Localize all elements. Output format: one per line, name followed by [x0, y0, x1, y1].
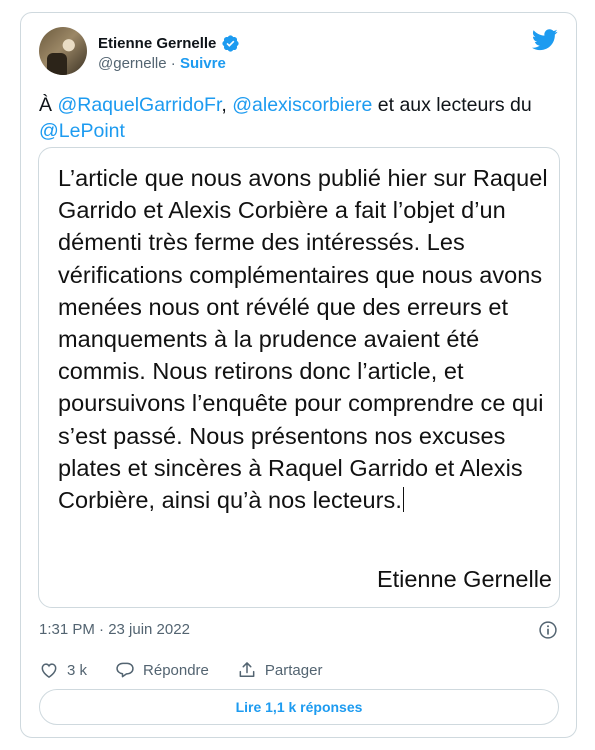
heart-icon [41, 663, 57, 678]
text-cursor [402, 487, 404, 513]
author-handle[interactable]: @gernelle [98, 55, 167, 72]
author-avatar[interactable] [39, 27, 87, 75]
media-signature: Etienne Gernelle [376, 566, 552, 592]
follow-button[interactable]: Suivre [180, 55, 226, 72]
tweet-timestamp[interactable]: 1:31 PM · 23 juin 2022 [39, 621, 190, 638]
handle-separator: · [170, 55, 176, 72]
tweet-separator: , [221, 94, 233, 116]
like-count: 3 k [67, 661, 88, 679]
tweet-middle: et aux lecteurs du [372, 94, 532, 116]
author-handle-row: @gernelle · Suivre [98, 55, 226, 72]
share-label: Partager [264, 661, 323, 679]
media-statement-text: L’article que nous avons publié hier sur… [58, 165, 548, 514]
tweet-text: À @RaquelGarridoFr, @alexiscorbiere et a… [39, 92, 559, 144]
tweet-media-image[interactable]: L’article que nous avons publié hier sur… [38, 147, 560, 608]
tweet-card: Etienne Gernelle @gernelle · Suivre À @R… [20, 12, 577, 738]
tweet-actions: 3 k Répondre Partager [39, 660, 350, 680]
reply-label: Répondre [143, 661, 209, 679]
mention-lepoint[interactable]: @LePoint [39, 120, 125, 142]
verified-badge-icon [222, 35, 239, 52]
media-statement: L’article que nous avons publié hier sur… [58, 162, 558, 516]
share-button[interactable]: Partager [237, 660, 323, 680]
reply-button[interactable]: Répondre [115, 660, 209, 680]
mention-alexiscorbiere[interactable]: @alexiscorbiere [232, 94, 372, 116]
info-icon[interactable] [538, 620, 558, 640]
share-icon [239, 662, 255, 677]
twitter-bird-icon[interactable] [532, 29, 558, 51]
author-name-row: Etienne Gernelle [98, 34, 240, 53]
tweet-prefix: À [39, 94, 58, 116]
read-replies-button[interactable]: Lire 1,1 k réponses [39, 689, 559, 725]
mention-raquelgarridofr[interactable]: @RaquelGarridoFr [57, 94, 221, 116]
like-button[interactable]: 3 k [39, 660, 87, 680]
author-name[interactable]: Etienne Gernelle [98, 35, 216, 52]
reply-bubble-icon [116, 662, 134, 678]
